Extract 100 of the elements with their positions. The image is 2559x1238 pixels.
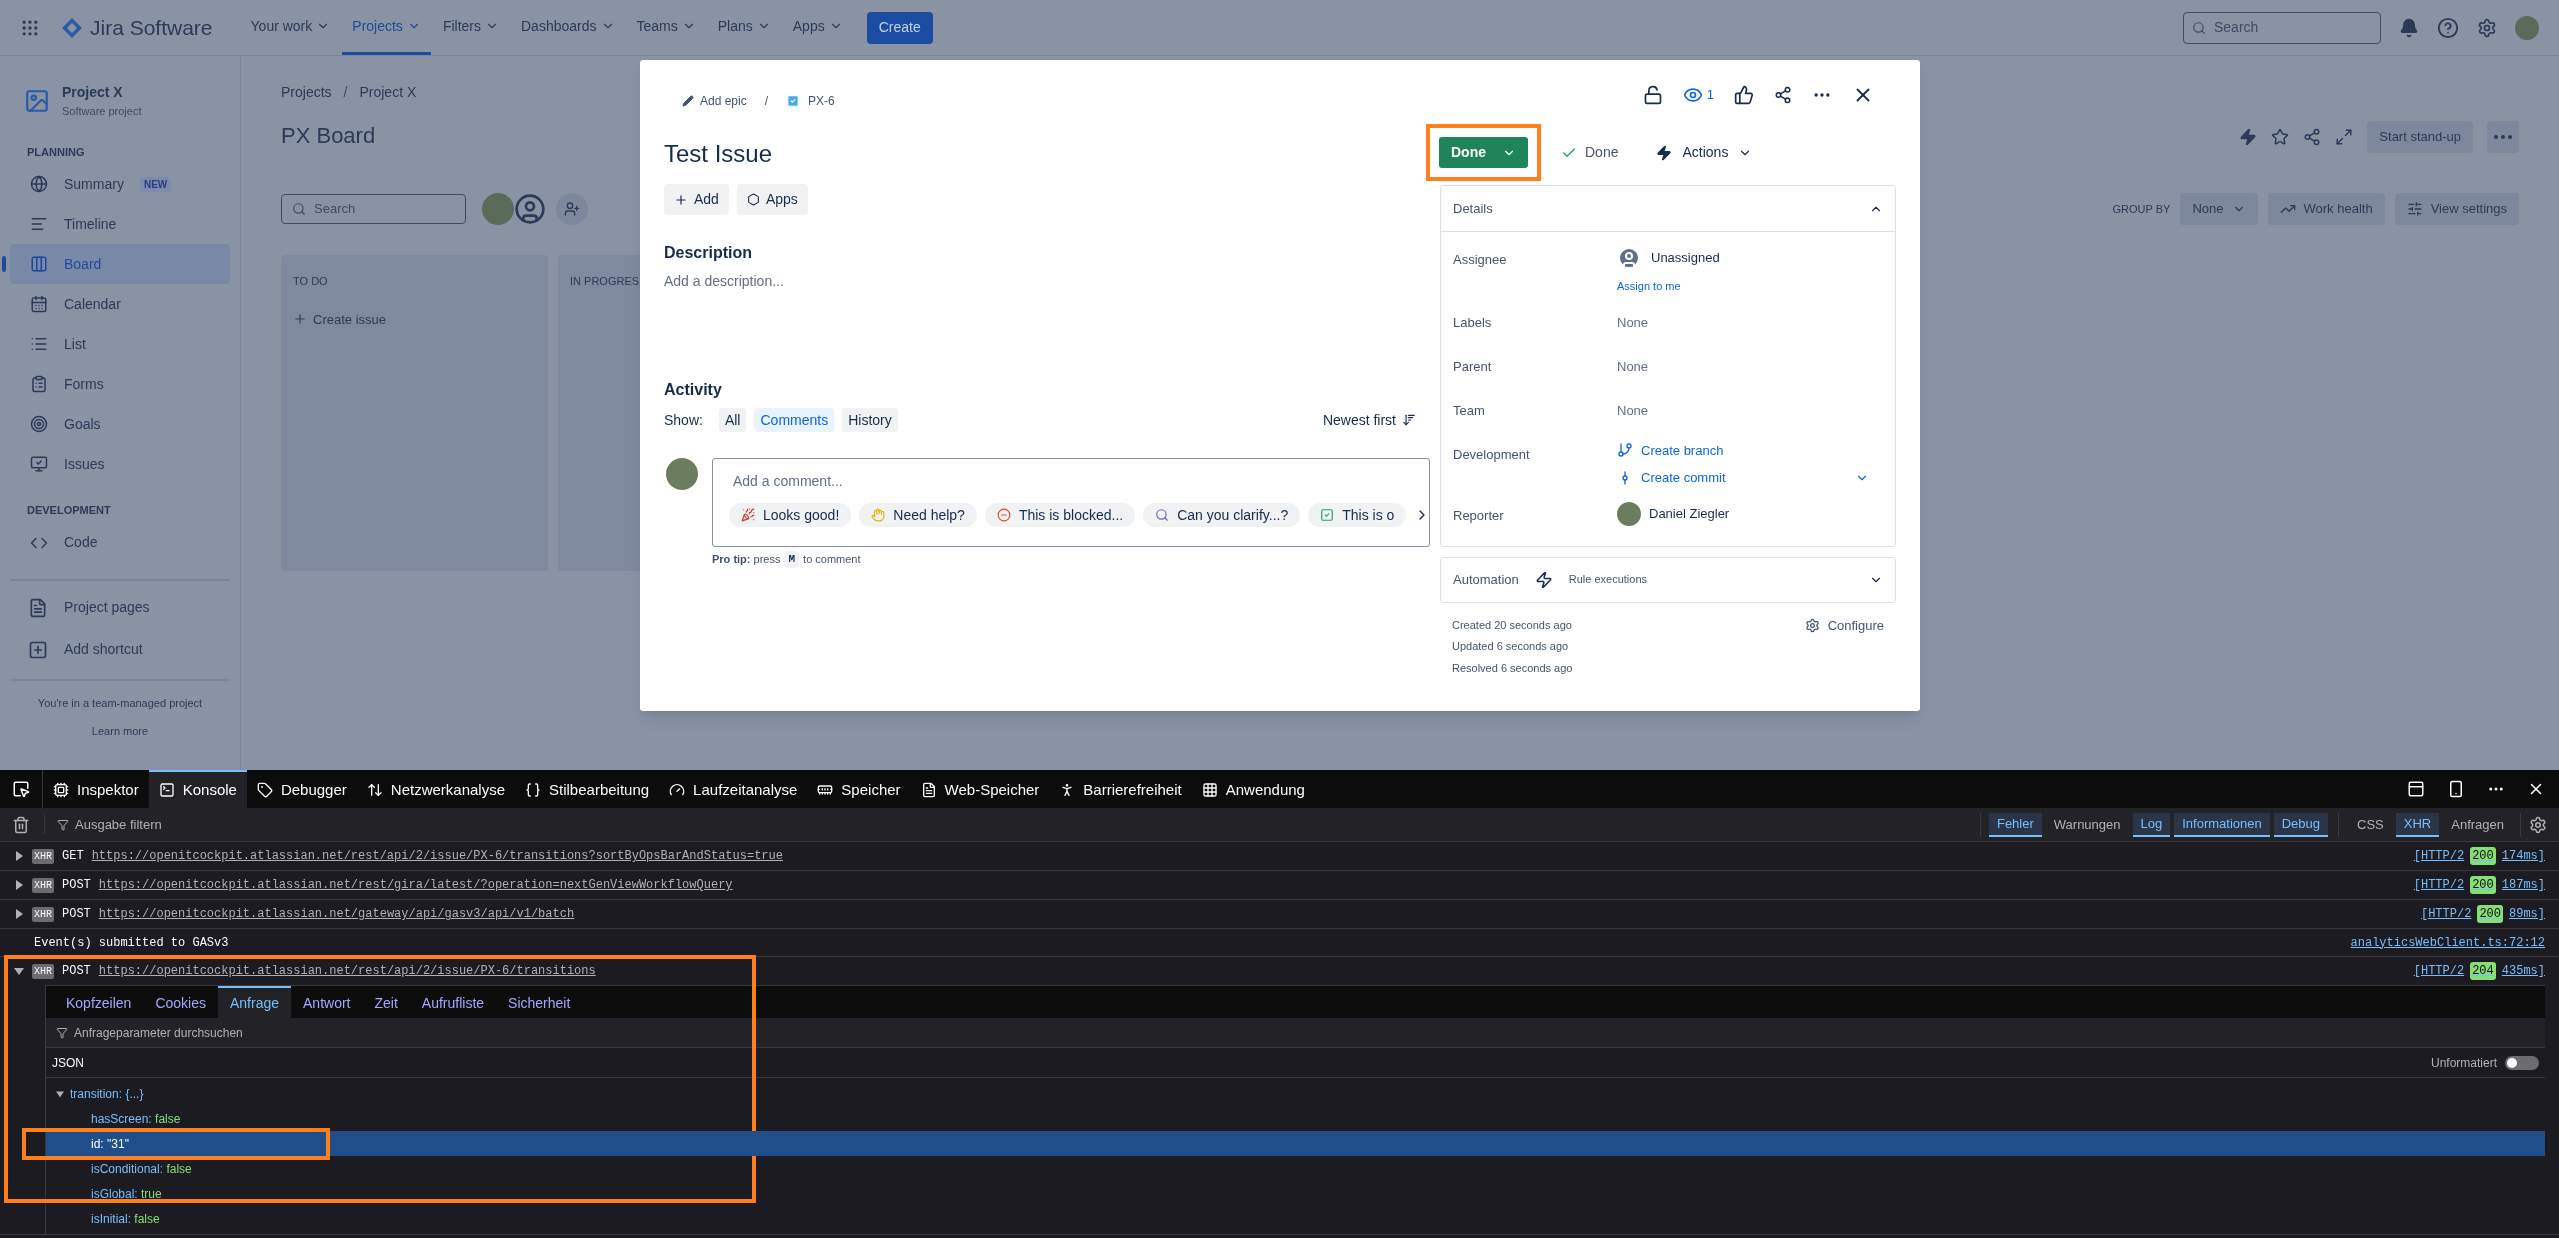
- unlocked-padlock-icon[interactable]: [1642, 85, 1663, 105]
- request-type-toggle[interactable]: XHR: [2395, 812, 2440, 837]
- devtools-tab[interactable]: Konsole: [148, 770, 247, 808]
- actions-button[interactable]: Actions: [1656, 142, 1753, 163]
- json-tree-node[interactable]: transition: {...}: [46, 1081, 2545, 1106]
- settings-icon[interactable]: [2477, 17, 2497, 38]
- nav-menu-item[interactable]: Your work: [240, 0, 341, 55]
- json-property[interactable]: isInitial: false: [46, 1206, 2545, 1231]
- request-tab[interactable]: Sicherheit: [496, 986, 583, 1018]
- sidebar-item[interactable]: Timeline: [10, 204, 230, 244]
- issue-key-link[interactable]: PX-6: [808, 92, 835, 110]
- quick-reply-chip[interactable]: Need help?: [859, 503, 977, 527]
- devtools-tab[interactable]: Speicher: [807, 770, 911, 808]
- field-value[interactable]: None: [1617, 352, 1883, 376]
- sidebar-item[interactable]: List: [10, 324, 230, 364]
- devtools-tab[interactable]: Netzwerkanalyse: [356, 770, 516, 808]
- apps-button[interactable]: Apps: [736, 184, 808, 215]
- request-tab[interactable]: Aufrufliste: [409, 986, 497, 1018]
- request-tab[interactable]: Antwort: [291, 986, 363, 1018]
- sidebar-item[interactable]: Add shortcut: [10, 628, 230, 671]
- filter-field[interactable]: Ausgabe filtern: [44, 814, 162, 835]
- nav-menu-item[interactable]: Apps: [782, 0, 853, 55]
- request-url-link[interactable]: https://openitcockpit.atlassian.net/gateway/api/gasv3/api/v1/batch: [98, 905, 575, 923]
- rule-executions-link[interactable]: Rule executions: [1568, 571, 1648, 588]
- description-field[interactable]: Add a description...: [664, 271, 1424, 292]
- thumbs-up-icon[interactable]: [1734, 85, 1754, 105]
- create-button[interactable]: Create: [866, 11, 933, 44]
- quick-reply-chip[interactable]: This is blocked...: [984, 503, 1136, 527]
- field-value[interactable]: None: [1617, 308, 1883, 332]
- add-epic-link[interactable]: Add epic: [682, 92, 747, 110]
- settings-icon[interactable]: [2529, 815, 2547, 834]
- sidebar-item[interactable]: Summary NEW: [10, 164, 230, 204]
- quick-reply-chip[interactable]: Looks good!: [729, 503, 852, 527]
- status-dropdown-button[interactable]: Done: [1439, 137, 1528, 168]
- element-picker-icon[interactable]: [12, 780, 30, 798]
- nav-menu-item[interactable]: Plans: [707, 0, 781, 55]
- log-level-toggle[interactable]: Debug: [2273, 812, 2329, 837]
- log-level-toggle[interactable]: Log: [2132, 812, 2171, 837]
- json-property[interactable]: isConditional: false: [46, 1156, 2545, 1181]
- request-url-link[interactable]: https://openitcockpit.atlassian.net/rest/api/2/issue/PX-6/transitions: [98, 962, 596, 980]
- trash-icon[interactable]: [12, 815, 30, 834]
- collapsed-triangle-icon[interactable]: [14, 909, 24, 919]
- nav-menu-item[interactable]: Filters: [432, 0, 509, 55]
- more-button[interactable]: [2487, 121, 2519, 153]
- request-tab[interactable]: Zeit: [362, 986, 410, 1018]
- star-icon[interactable]: [2271, 128, 2290, 146]
- request-tab[interactable]: Kopfzeilen: [54, 986, 144, 1018]
- log-level-toggle[interactable]: Fehler: [1988, 812, 2042, 837]
- configure-button[interactable]: Configure: [1804, 616, 1884, 635]
- sidebar-item[interactable]: Issues: [10, 444, 230, 484]
- request-meta-link[interactable]: [HTTP/2 200 187ms]: [2413, 876, 2545, 894]
- request-meta-link[interactable]: [HTTP/2 200 174ms]: [2413, 847, 2545, 865]
- log-level-toggle[interactable]: Warnungen: [2045, 812, 2129, 837]
- collapsed-triangle-icon[interactable]: [14, 880, 24, 890]
- watch-button[interactable]: 1: [1682, 85, 1714, 105]
- activity-filter-tab[interactable]: All: [718, 408, 747, 432]
- share-icon[interactable]: [1774, 86, 1792, 104]
- devtools-tab[interactable]: Laufzeitanalyse: [659, 770, 808, 808]
- request-url-link[interactable]: https://openitcockpit.atlassian.net/rest/api/2/issue/PX-6/transitions?sortByOpsBarAndStatus=true: [91, 847, 783, 865]
- assign-to-me-link[interactable]: Assign to me: [1617, 278, 1883, 295]
- add-button[interactable]: Add: [664, 184, 729, 215]
- help-icon[interactable]: [2437, 16, 2459, 39]
- devtools-tab[interactable]: Inspektor: [43, 770, 149, 808]
- sidebar-item[interactable]: Forms: [10, 364, 230, 404]
- add-people-button[interactable]: [556, 193, 588, 225]
- filter-field[interactable]: Anfrageparameter durchsuchen: [46, 1018, 2545, 1048]
- request-tab[interactable]: Anfrage: [218, 986, 292, 1018]
- sort-button[interactable]: Newest first: [1322, 409, 1416, 431]
- devtools-tab[interactable]: Barrierefreiheit: [1049, 770, 1192, 808]
- dock-layout-icon[interactable]: [2407, 780, 2425, 798]
- request-tab[interactable]: Cookies: [143, 986, 218, 1018]
- learn-more-link[interactable]: Learn more: [91, 723, 149, 740]
- breadcrumb-link[interactable]: Projects: [281, 82, 332, 103]
- raw-toggle[interactable]: [2505, 1055, 2539, 1070]
- collapsed-triangle-icon[interactable]: [14, 851, 24, 861]
- sidebar-item[interactable]: Goals: [10, 404, 230, 444]
- activity-filter-tab[interactable]: Comments: [754, 408, 835, 432]
- source-link[interactable]: analyticsWebClient.ts:72:12: [2350, 933, 2545, 952]
- expanded-triangle-icon[interactable]: [14, 966, 24, 976]
- request-type-toggle[interactable]: CSS: [2349, 812, 2392, 837]
- field-value[interactable]: None: [1617, 396, 1883, 420]
- activity-filter-tab[interactable]: History: [842, 408, 898, 432]
- devtools-tab[interactable]: Anwendung: [1191, 770, 1315, 808]
- devtools-tab[interactable]: Debugger: [246, 770, 357, 808]
- nav-menu-item[interactable]: Dashboards: [511, 0, 625, 55]
- json-property[interactable]: hasScreen: false: [46, 1106, 2545, 1131]
- create-commit-link[interactable]: Create commit: [1617, 468, 1726, 488]
- notification-bell-icon[interactable]: [2399, 17, 2419, 38]
- request-meta-link[interactable]: [HTTP/2 200 89ms]: [2420, 905, 2545, 923]
- lightning-icon[interactable]: [2239, 128, 2258, 146]
- create-branch-link[interactable]: Create branch: [1617, 440, 1724, 460]
- json-property[interactable]: id: "31": [46, 1131, 2545, 1156]
- breadcrumb-link[interactable]: Project X: [359, 82, 417, 103]
- request-type-toggle[interactable]: Anfragen: [2443, 812, 2512, 837]
- log-level-toggle[interactable]: Informationen: [2174, 812, 2270, 837]
- responsive-view-icon[interactable]: [2447, 780, 2465, 798]
- request-url-link[interactable]: https://openitcockpit.atlassian.net/rest/gira/latest/?operation=nextGenViewWorkflowQuery: [98, 876, 733, 894]
- sidebar-item[interactable]: Calendar: [10, 284, 230, 324]
- sidebar-item[interactable]: Code: [10, 522, 230, 563]
- quick-reply-chip[interactable]: Can you clarify...?: [1143, 503, 1301, 527]
